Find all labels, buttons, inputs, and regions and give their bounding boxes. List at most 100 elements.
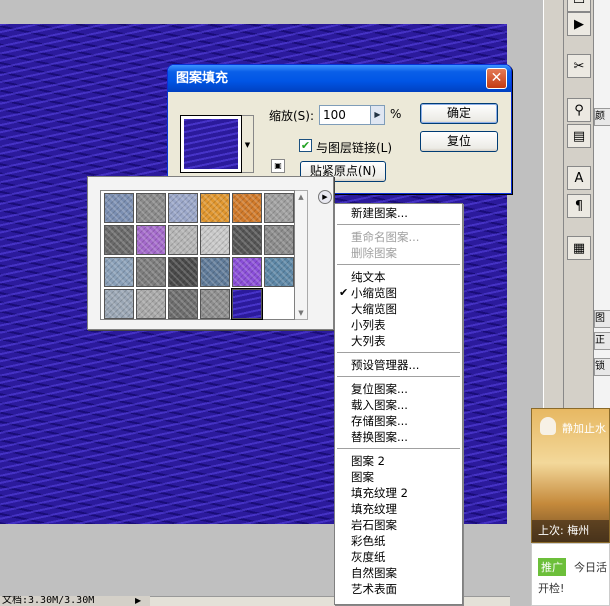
menu-item[interactable]: 复位图案...: [335, 381, 462, 397]
ad-text: 今日活: [574, 561, 607, 574]
pattern-swatch[interactable]: [136, 289, 166, 319]
ad-tag: 推广: [538, 558, 566, 576]
menu-separator: [337, 448, 460, 449]
pattern-picker: ▲ ▼: [87, 176, 334, 330]
pattern-swatch[interactable]: [168, 225, 198, 255]
stamp-icon[interactable]: ▤: [567, 124, 591, 148]
zoom-input[interactable]: 100: [319, 105, 371, 125]
menu-item[interactable]: 灰度纸: [335, 549, 462, 565]
close-button[interactable]: ✕: [486, 68, 507, 89]
usb-icon[interactable]: ⚲: [567, 98, 591, 122]
menu-item[interactable]: 图案 2: [335, 453, 462, 469]
menu-separator: [337, 352, 460, 353]
menu-item[interactable]: 小列表: [335, 317, 462, 333]
menu-item[interactable]: ✔ 小缩览图: [335, 285, 462, 301]
pattern-swatch[interactable]: [104, 193, 134, 223]
pattern-swatch[interactable]: [200, 257, 230, 287]
ok-button[interactable]: 确定: [420, 103, 498, 124]
reset-button[interactable]: 复位: [420, 131, 498, 152]
panel-tab-lock[interactable]: 锁: [594, 358, 610, 376]
pattern-swatch[interactable]: [136, 225, 166, 255]
menu-item[interactable]: 大列表: [335, 333, 462, 349]
pattern-swatch[interactable]: [104, 289, 134, 319]
menu-item-label: 小列表: [351, 318, 386, 332]
pattern-swatch[interactable]: [200, 193, 230, 223]
dialog-title[interactable]: 图案填充: [168, 65, 511, 92]
panel-tab-color[interactable]: 颜: [594, 108, 610, 126]
menu-item[interactable]: 载入图案...: [335, 397, 462, 413]
notification-popup[interactable]: 静加止水 上次: 梅州: [531, 408, 610, 543]
new-preset-icon[interactable]: ▣: [271, 159, 285, 173]
menu-item[interactable]: 纯文本: [335, 269, 462, 285]
doc-size-status: 文档:3.30M/3.30M: [0, 596, 150, 606]
menu-item-label: 新建图案...: [351, 206, 408, 220]
scroll-down-icon[interactable]: ▼: [295, 307, 307, 319]
picker-scrollbar[interactable]: ▲ ▼: [295, 190, 308, 320]
paragraph-icon[interactable]: ¶: [567, 194, 591, 218]
popup-title: 静加止水: [562, 422, 606, 435]
pattern-swatch[interactable]: [168, 257, 198, 287]
menu-item[interactable]: 填充纹理: [335, 501, 462, 517]
tool-top-icon[interactable]: ▭: [567, 0, 591, 12]
tool-column: ▭ ▶ ✂ ⚲ ▤ A ¶ ▦: [563, 0, 593, 410]
menu-item-label: 存储图案...: [351, 414, 408, 428]
pattern-swatch[interactable]: [264, 225, 294, 255]
popup-footer: 上次: 梅州: [532, 520, 609, 542]
pattern-grid: [100, 190, 295, 320]
menu-item[interactable]: 岩石图案: [335, 517, 462, 533]
menu-separator: [337, 376, 460, 377]
menu-item-label: 艺术表面: [351, 582, 397, 596]
menu-item[interactable]: 新建图案...: [335, 205, 462, 221]
scissors-icon[interactable]: ✂: [567, 54, 591, 78]
zoom-label: 缩放(S):: [269, 109, 315, 123]
pattern-swatch[interactable]: [136, 193, 166, 223]
menu-item-label: 预设管理器...: [351, 358, 420, 372]
popup-ad[interactable]: 推广 今日活 开检!: [531, 543, 610, 606]
pattern-swatch[interactable]: [200, 289, 230, 319]
pattern-swatch[interactable]: [231, 288, 263, 320]
menu-item[interactable]: 填充纹理 2: [335, 485, 462, 501]
chevron-down-icon[interactable]: ▼: [242, 115, 254, 173]
menu-item-label: 重命名图案...: [351, 230, 420, 244]
notes-icon[interactable]: ▦: [567, 236, 591, 260]
pattern-fill-dialog: 图案填充 ✕ ▼ 缩放(S): 100 ▶ % ✔ 与图层链接(L) ▣ 贴紧原…: [167, 64, 512, 194]
menu-item[interactable]: 艺术表面: [335, 581, 462, 597]
status-arrow-icon[interactable]: ▶: [135, 596, 141, 606]
panel-strip: 颜 图 正 锁: [593, 0, 610, 410]
pattern-swatch[interactable]: [104, 225, 134, 255]
zoom-slider-arrow-icon[interactable]: ▶: [371, 105, 385, 125]
pattern-swatch[interactable]: [136, 257, 166, 287]
pattern-swatch[interactable]: [232, 257, 262, 287]
pattern-swatch[interactable]: [232, 225, 262, 255]
menu-item[interactable]: 大缩览图: [335, 301, 462, 317]
picker-menu-arrow-icon[interactable]: ▶: [318, 190, 332, 204]
pattern-swatch[interactable]: [168, 289, 198, 319]
pattern-swatch[interactable]: [200, 225, 230, 255]
panel-tab-layers[interactable]: 图: [594, 310, 610, 328]
menu-item[interactable]: 彩色纸: [335, 533, 462, 549]
menu-item[interactable]: 预设管理器...: [335, 357, 462, 373]
pattern-swatch[interactable]: [264, 193, 294, 223]
text-icon[interactable]: A: [567, 166, 591, 190]
menu-item[interactable]: 图案: [335, 469, 462, 485]
menu-item-label: 大缩览图: [351, 302, 397, 316]
link-layer-checkbox[interactable]: ✔: [299, 139, 312, 152]
menu-item[interactable]: 替换图案...: [335, 429, 462, 445]
checkmark-icon: ✔: [339, 286, 349, 299]
pattern-swatch[interactable]: [264, 257, 294, 287]
menu-separator: [337, 224, 460, 225]
menu-item[interactable]: 存储图案...: [335, 413, 462, 429]
play-icon[interactable]: ▶: [567, 12, 591, 36]
menu-item[interactable]: 自然图案: [335, 565, 462, 581]
picker-options-menu: 新建图案... 重命名图案... 删除图案纯文本 ✔ 小缩览图 大缩览图小列表大列表预设管…: [334, 203, 463, 605]
link-layer-label[interactable]: 与图层链接(L): [316, 139, 392, 156]
menu-item: 删除图案: [335, 245, 462, 261]
scroll-up-icon[interactable]: ▲: [295, 191, 307, 203]
pattern-swatch[interactable]: [232, 193, 262, 223]
menu-item-label: 大列表: [351, 334, 386, 348]
pattern-swatch[interactable]: [168, 193, 198, 223]
panel-tab-blend[interactable]: 正: [594, 332, 610, 350]
pattern-preview[interactable]: [180, 115, 242, 173]
menu-item-label: 删除图案: [351, 246, 397, 260]
pattern-swatch[interactable]: [104, 257, 134, 287]
